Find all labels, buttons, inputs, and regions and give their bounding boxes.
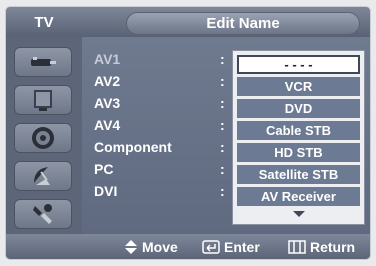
dropdown-option[interactable]: HD STB bbox=[237, 143, 360, 162]
return-hint: Return bbox=[288, 234, 355, 259]
separator: : bbox=[220, 73, 225, 89]
section-label: TV bbox=[34, 13, 54, 31]
separator: : bbox=[220, 183, 225, 199]
dropdown-option[interactable]: AV Receiver bbox=[237, 187, 360, 206]
source-label-dvi[interactable]: DVI bbox=[94, 181, 224, 201]
source-label-av1[interactable]: AV1 bbox=[94, 49, 224, 69]
source-label-av4[interactable]: AV4 bbox=[94, 115, 224, 135]
arrow-down-icon bbox=[292, 211, 305, 217]
source-label-component[interactable]: Component bbox=[94, 137, 224, 157]
enter-hint: Enter bbox=[202, 234, 260, 259]
source-label-av2[interactable]: AV2 bbox=[94, 71, 224, 91]
separator: : bbox=[220, 161, 225, 177]
dropdown-option[interactable]: Satellite STB bbox=[237, 165, 360, 184]
page-title: Edit Name bbox=[126, 12, 360, 35]
sidebar bbox=[6, 37, 82, 234]
return-icon bbox=[288, 239, 306, 254]
enter-icon bbox=[202, 239, 220, 254]
move-label: Move bbox=[142, 238, 178, 255]
antenna-input-icon bbox=[31, 57, 56, 66]
dropdown-option[interactable]: DVD bbox=[237, 99, 360, 118]
sidebar-item-channel[interactable] bbox=[14, 161, 72, 191]
scroll-down-indicator[interactable] bbox=[237, 208, 360, 220]
tv-picture-icon bbox=[34, 90, 52, 111]
edit-name-osd: TV Edit Name AV1: AV2: AV3: AV4: Com… bbox=[6, 7, 370, 259]
source-label-av3[interactable]: AV3 bbox=[94, 93, 224, 113]
up-down-arrows-icon bbox=[125, 239, 137, 254]
dropdown-option[interactable]: Cable STB bbox=[237, 121, 360, 140]
return-label: Return bbox=[310, 238, 356, 255]
sidebar-item-sound[interactable] bbox=[14, 123, 72, 153]
dropdown-option[interactable]: - - - - bbox=[237, 55, 360, 74]
sidebar-item-setup[interactable] bbox=[14, 199, 72, 229]
enter-label: Enter bbox=[224, 238, 260, 255]
dropdown-option[interactable]: VCR bbox=[237, 77, 360, 96]
move-hint: Move bbox=[124, 234, 178, 259]
footer-bar: Move Enter Return bbox=[6, 234, 370, 259]
header-bar: TV Edit Name bbox=[6, 7, 370, 37]
name-dropdown-list[interactable]: - - - - VCR DVD Cable STB HD STB Satelli… bbox=[232, 50, 365, 225]
separator: : bbox=[220, 51, 225, 67]
setup-tools-icon bbox=[33, 204, 52, 224]
separator: : bbox=[220, 95, 225, 111]
source-label-pc[interactable]: PC bbox=[94, 159, 224, 179]
speaker-sound-icon bbox=[32, 127, 54, 149]
sidebar-item-input[interactable] bbox=[14, 47, 72, 77]
satellite-dish-icon bbox=[34, 167, 50, 185]
sidebar-item-picture[interactable] bbox=[14, 85, 72, 115]
separator: : bbox=[220, 117, 225, 133]
separator: : bbox=[220, 139, 225, 155]
